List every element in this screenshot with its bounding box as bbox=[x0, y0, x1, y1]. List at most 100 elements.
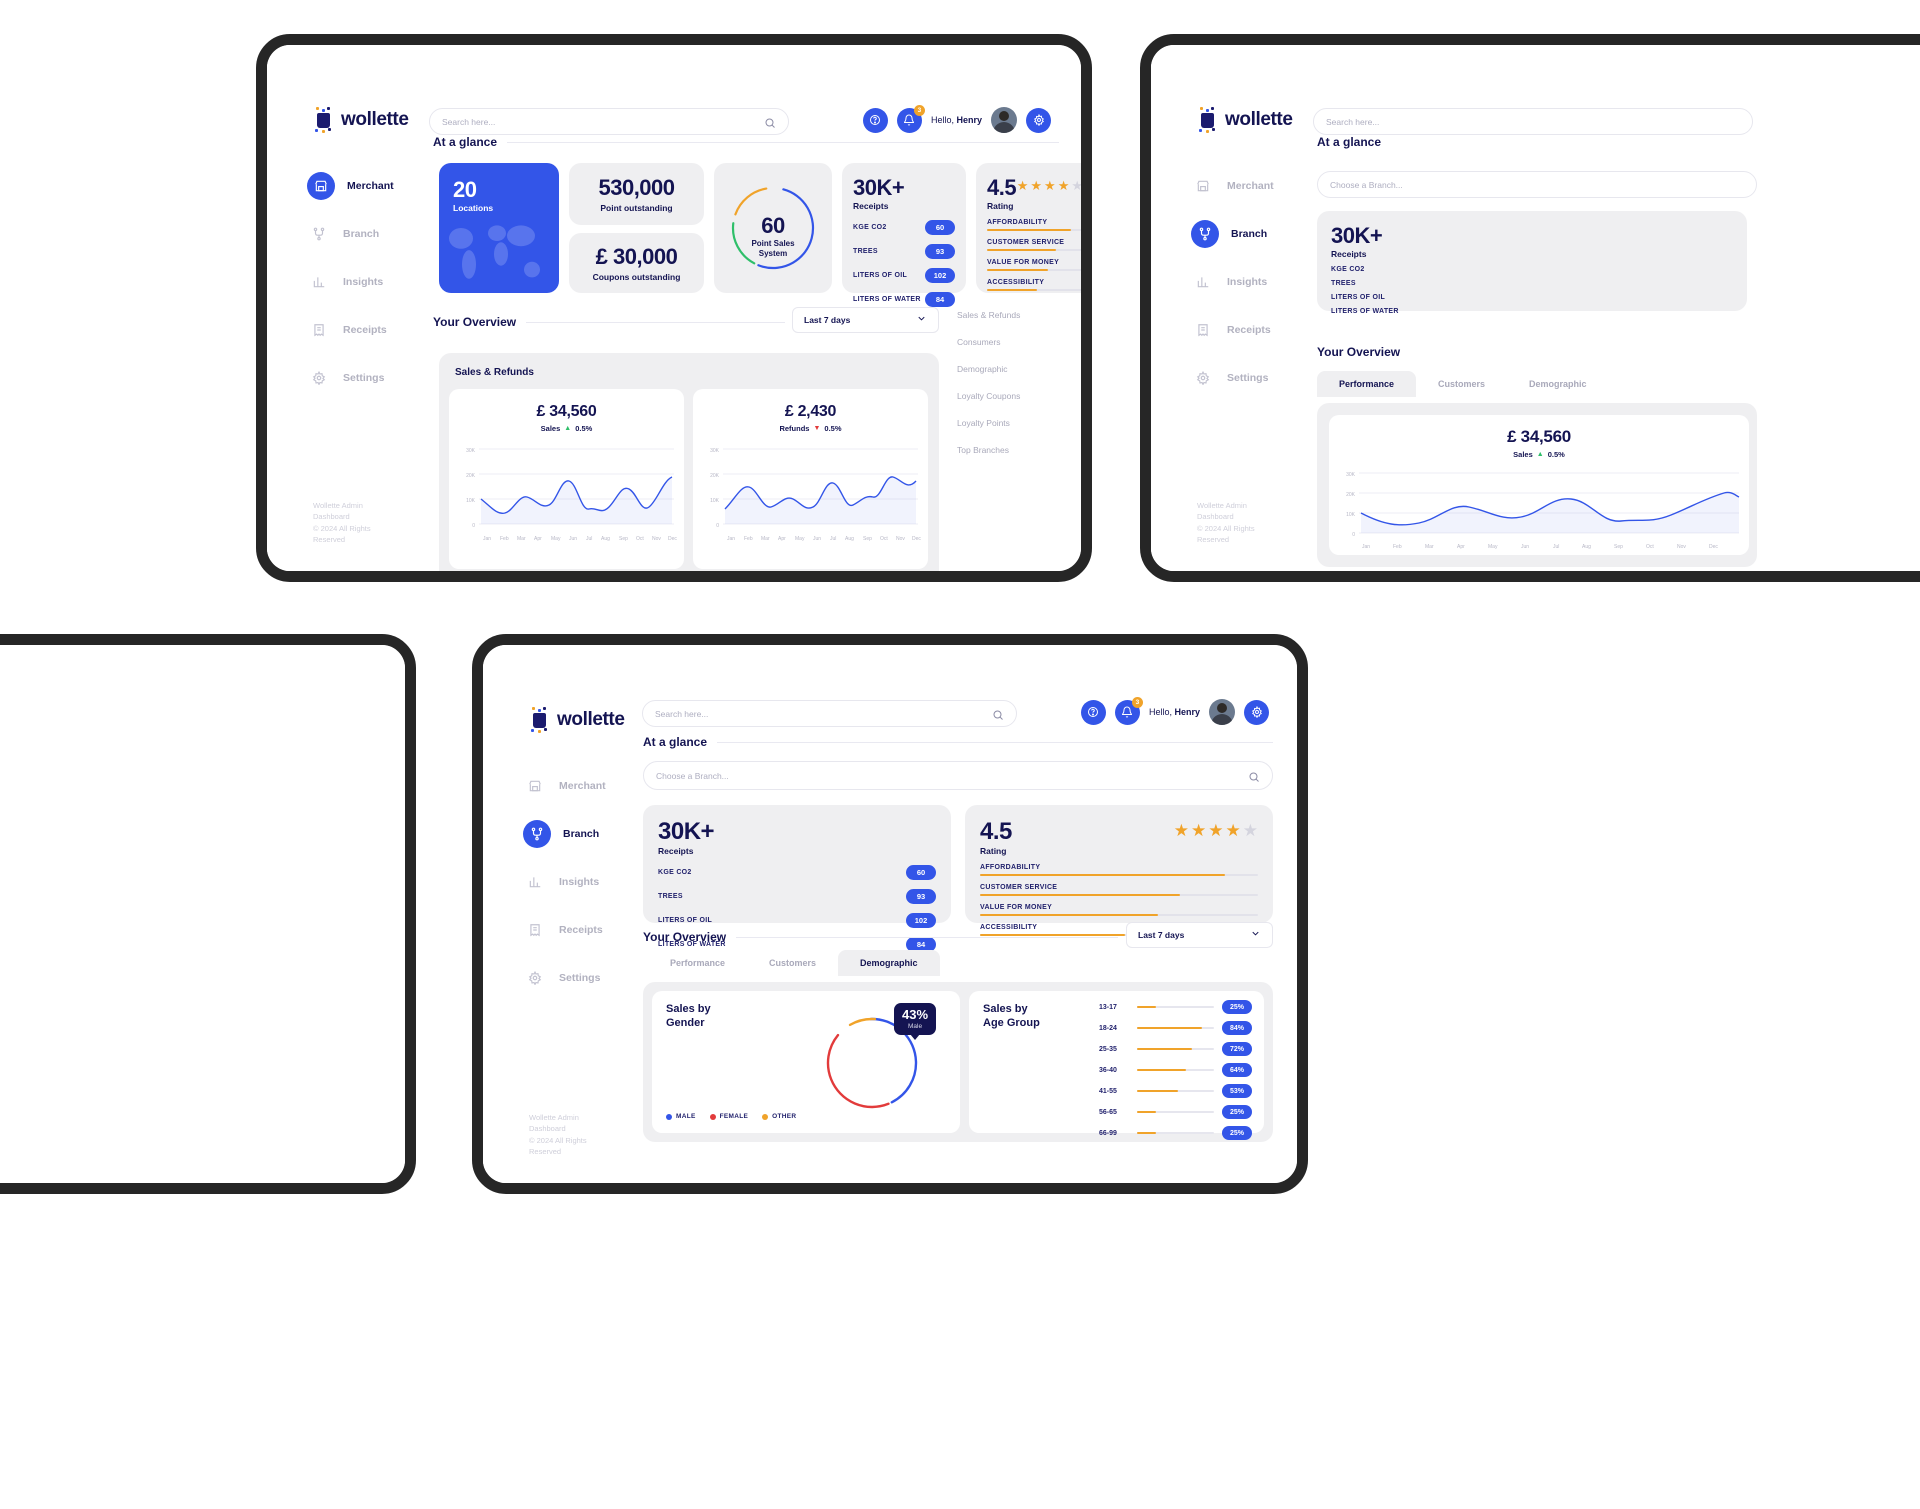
sidebar-item-branch[interactable]: Branch bbox=[307, 221, 417, 247]
svg-text:20K: 20K bbox=[1346, 492, 1356, 498]
branch-demographic-screen: wollette Merchant Branch Insights Receip… bbox=[483, 645, 1297, 1183]
metric-row: TREES bbox=[1331, 280, 1733, 287]
sidebar-item-label: Merchant bbox=[559, 780, 606, 792]
age-label: 18-24 bbox=[1099, 1024, 1117, 1032]
menu-item-sales-refunds[interactable]: Sales & Refunds bbox=[957, 310, 1020, 320]
chart-refunds: £ 2,430 Refunds ▼ 0.5% 30K 20K 10K 0 Jan… bbox=[693, 389, 928, 569]
section-your-overview: Your Overview bbox=[643, 930, 1118, 944]
tab-performance[interactable]: Performance bbox=[648, 950, 747, 976]
age-label: 25-35 bbox=[1099, 1045, 1117, 1053]
sidebar-item-receipts[interactable]: Receipts bbox=[523, 917, 633, 943]
age-row: 13-17 25% bbox=[1099, 1000, 1252, 1014]
greeting: Hello, Henry bbox=[1149, 707, 1200, 717]
divider bbox=[736, 936, 1118, 938]
tab-demographic[interactable]: Demographic bbox=[838, 950, 940, 976]
panel-performance: £ 34,560 Sales ▲ 0.5% 30K 20K 10K 0 Jan … bbox=[1317, 403, 1757, 567]
tab-performance[interactable]: Performance bbox=[1317, 371, 1417, 397]
section-title: Your Overview bbox=[1317, 345, 1401, 359]
help-button[interactable] bbox=[862, 107, 888, 133]
store-icon bbox=[307, 172, 335, 200]
menu-item-loyalty-coupons[interactable]: Loyalty Coupons bbox=[957, 391, 1020, 401]
sidebar-item-label: Branch bbox=[343, 228, 380, 240]
menu-item-top-branches[interactable]: Top Branches bbox=[957, 445, 1020, 455]
svg-text:Sep: Sep bbox=[1614, 544, 1623, 550]
brand-name: wollette bbox=[341, 109, 409, 130]
gender-callout: 43% Male bbox=[894, 1003, 937, 1040]
sales-delta-value: 0.5% bbox=[575, 424, 593, 433]
date-range-select[interactable]: Last 7 days bbox=[1126, 922, 1273, 948]
age-label: 56-65 bbox=[1099, 1108, 1117, 1116]
age-value: 25% bbox=[1222, 1105, 1252, 1119]
device-frame-merchant: wollette Merchant Branch Insights Receip… bbox=[256, 34, 1092, 582]
sidebar: wollette Merchant Branch Insights Receip… bbox=[483, 645, 625, 1183]
mockup-stage: wollette Merchant Branch Insights Receip… bbox=[0, 0, 1920, 1509]
brand-logo[interactable]: wollette bbox=[1197, 107, 1293, 133]
avatar[interactable] bbox=[991, 107, 1017, 133]
sidebar-nav: Merchant Branch Insights Receipts Settin… bbox=[307, 172, 417, 413]
date-range-select[interactable]: Last 7 days bbox=[792, 307, 939, 333]
search-input[interactable]: Search here... bbox=[429, 108, 789, 135]
sidebar-item-settings[interactable]: Settings bbox=[523, 965, 633, 991]
search-input[interactable]: Search here... bbox=[642, 700, 1017, 727]
branch-search-placeholder: Choose a Branch... bbox=[1330, 179, 1403, 190]
sidebar-item-insights[interactable]: Insights bbox=[307, 269, 417, 295]
brand-logo[interactable]: wollette bbox=[529, 707, 625, 733]
help-button[interactable] bbox=[1080, 699, 1106, 725]
notifications-button[interactable]: 3 bbox=[1114, 696, 1143, 725]
tab-demographic[interactable]: Demographic bbox=[1507, 371, 1609, 397]
branch-search-input[interactable]: Choose a Branch... bbox=[643, 761, 1273, 790]
svg-text:Jun: Jun bbox=[569, 536, 577, 542]
age-value: 72% bbox=[1222, 1042, 1252, 1056]
sidebar-item-insights[interactable]: Insights bbox=[523, 869, 633, 895]
sidebar-item-settings[interactable]: Settings bbox=[1191, 365, 1301, 391]
search-icon bbox=[1248, 770, 1260, 782]
callout-label: Male bbox=[907, 1023, 923, 1030]
sidebar-item-settings[interactable]: Settings bbox=[307, 365, 417, 391]
tab-customers[interactable]: Customers bbox=[747, 950, 838, 976]
search-input[interactable]: Search here... bbox=[1313, 108, 1753, 135]
criteria-row: CUSTOMER SERVICE bbox=[987, 239, 1081, 251]
criteria-row: AFFORDABILITY bbox=[987, 219, 1081, 231]
menu-item-consumers[interactable]: Consumers bbox=[957, 337, 1020, 347]
search-icon bbox=[992, 708, 1004, 720]
criteria-bar bbox=[980, 874, 1258, 876]
sidebar-item-receipts[interactable]: Receipts bbox=[307, 317, 417, 343]
receipts-value: 30K+ bbox=[853, 175, 905, 200]
age-value: 84% bbox=[1222, 1021, 1252, 1035]
metric-label: LITERS OF WATER bbox=[853, 296, 921, 303]
trend-down-icon: ▼ bbox=[813, 425, 821, 432]
criteria-label: CUSTOMER SERVICE bbox=[987, 239, 1065, 246]
avatar[interactable] bbox=[1209, 699, 1235, 725]
sidebar-item-merchant[interactable]: Merchant bbox=[523, 773, 633, 799]
brand-logo[interactable]: wollette bbox=[313, 107, 409, 133]
tab-customers[interactable]: Customers bbox=[1416, 371, 1507, 397]
sidebar-item-branch[interactable]: Branch bbox=[1191, 220, 1301, 248]
brand-name: wollette bbox=[557, 709, 625, 730]
search-icon bbox=[764, 116, 776, 128]
branch-search-input[interactable]: Choose a Branch... bbox=[1317, 171, 1757, 198]
sidebar-item-branch[interactable]: Branch bbox=[523, 820, 633, 848]
sidebar-item-insights[interactable]: Insights bbox=[1191, 269, 1301, 295]
svg-text:Apr: Apr bbox=[534, 536, 542, 542]
criteria-bar bbox=[987, 229, 1081, 231]
sales-delta: Sales ▲ 0.5% bbox=[449, 424, 684, 433]
menu-item-loyalty-points[interactable]: Loyalty Points bbox=[957, 418, 1020, 428]
settings-button[interactable] bbox=[1244, 699, 1269, 725]
criteria-label: AFFORDABILITY bbox=[980, 864, 1041, 871]
sidebar-item-receipts[interactable]: Receipts bbox=[1191, 317, 1301, 343]
sidebar-item-merchant[interactable]: Merchant bbox=[307, 172, 417, 200]
sidebar-footer: Wollette Admin Dashboard © 2024 All Righ… bbox=[529, 1112, 611, 1157]
settings-button[interactable] bbox=[1026, 107, 1051, 133]
svg-text:20K: 20K bbox=[710, 473, 720, 479]
sidebar-item-merchant[interactable]: Merchant bbox=[1191, 173, 1301, 199]
sidebar: wollette Merchant Branch Insights Receip… bbox=[1151, 45, 1293, 571]
criteria-bar bbox=[987, 289, 1081, 291]
criteria-row: VALUE FOR MONEY bbox=[980, 904, 1258, 916]
svg-text:10K: 10K bbox=[466, 498, 476, 504]
menu-item-demographic[interactable]: Demographic bbox=[957, 364, 1020, 374]
metric-row: KGE CO2 60 bbox=[658, 865, 936, 880]
bar-chart-icon bbox=[1191, 270, 1215, 294]
notifications-button[interactable]: 3 bbox=[896, 104, 925, 133]
age-row: 18-24 84% bbox=[1099, 1021, 1252, 1035]
metric-label: TREES bbox=[1331, 280, 1356, 287]
